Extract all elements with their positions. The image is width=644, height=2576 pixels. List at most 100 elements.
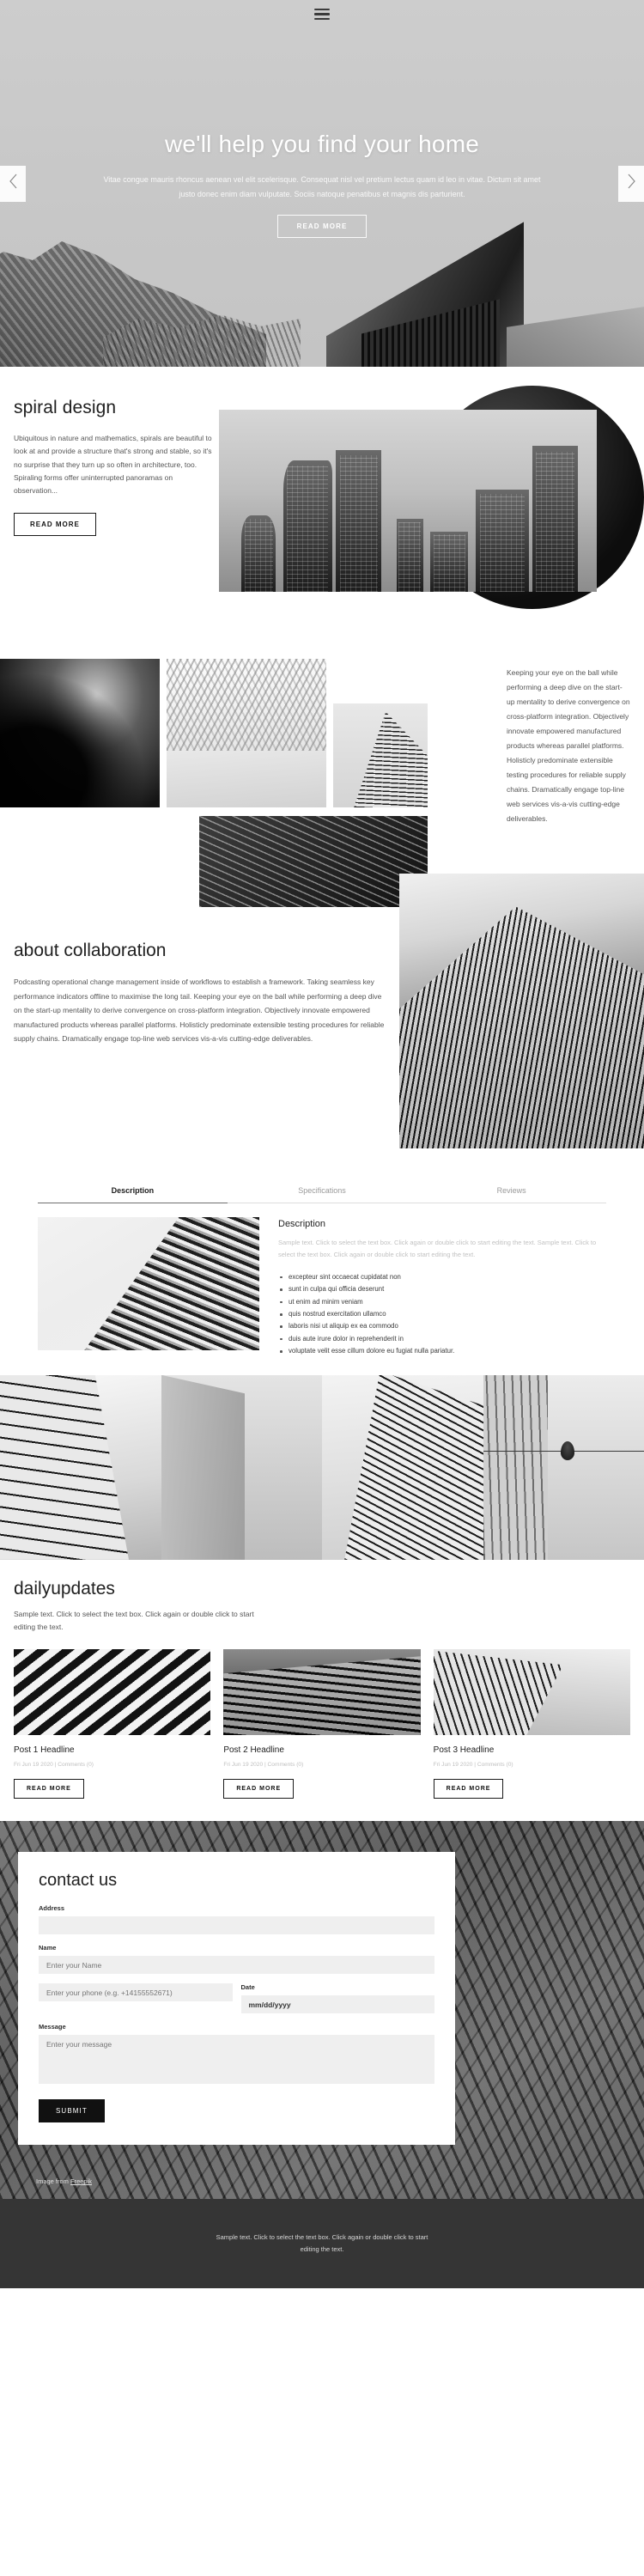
image-credit: Image from Freepik xyxy=(36,2177,92,2185)
tab-panel-content: Description Sample text. Click to select… xyxy=(278,1217,606,1358)
post-read-more-button[interactable]: READ MORE xyxy=(223,1779,295,1800)
tab-panel-heading: Description xyxy=(278,1219,326,1229)
hamburger-bar xyxy=(314,13,330,15)
phone-field-group xyxy=(39,1983,233,2023)
collage-image-dark-building xyxy=(199,816,428,907)
updates-heading: dailyupdates xyxy=(14,1578,115,1599)
post-meta: Fri Jun 19 2020 | Comments (0) xyxy=(433,1762,513,1769)
daily-updates-section: dailyupdates Sample text. Click to selec… xyxy=(0,1559,644,1800)
lamp-shape xyxy=(560,1441,574,1461)
tab-list: Description Specifications Reviews xyxy=(38,1186,607,1203)
message-label: Message xyxy=(39,2023,66,2031)
footer-text: Sample text. Click to select the text bo… xyxy=(216,2233,428,2254)
gallery-image-3 xyxy=(322,1374,483,1560)
date-input[interactable] xyxy=(240,1995,434,2014)
hamburger-bar xyxy=(314,9,330,11)
carousel-prev-button[interactable] xyxy=(0,165,26,202)
name-input[interactable] xyxy=(39,1956,434,1975)
list-item: voluptate velit esse cillum dolore eu fu… xyxy=(278,1345,606,1357)
hero-title: we'll help you find your home xyxy=(164,131,479,157)
post-read-more-button[interactable]: READ MORE xyxy=(14,1779,84,1800)
hero-subtitle: Vitae congue mauris rhoncus aenean vel e… xyxy=(103,175,541,198)
chevron-right-icon xyxy=(626,173,637,194)
post-title: Post 1 Headline xyxy=(14,1745,75,1756)
date-label: Date xyxy=(240,1983,255,1992)
tab-specifications[interactable]: Specifications xyxy=(227,1186,417,1203)
contact-form-card: contact us Address Name Date Message SUB… xyxy=(18,1852,455,2146)
collage-image-tower xyxy=(333,703,428,807)
spiral-media-group xyxy=(219,386,644,609)
building-shape xyxy=(283,460,332,592)
hero-section: we'll help you find your home Vitae cong… xyxy=(0,0,644,367)
list-item: laboris nisi ut aliquip ex ea commodo xyxy=(278,1320,606,1332)
post-card[interactable]: Post 1 Headline Fri Jun 19 2020 | Commen… xyxy=(14,1649,211,1800)
phone-input[interactable] xyxy=(39,1983,233,2002)
hero-read-more-button[interactable]: READ MORE xyxy=(276,215,368,239)
collage-body-text: Keeping your eye on the ball while perfo… xyxy=(507,668,630,823)
spiral-design-section: spiral design Ubiquitous in nature and m… xyxy=(0,367,644,650)
post-title: Post 3 Headline xyxy=(433,1745,495,1756)
list-item: duis aute irure dolor in reprehenderit i… xyxy=(278,1333,606,1345)
address-input[interactable] xyxy=(39,1916,434,1935)
about-image xyxy=(399,874,644,1148)
post-meta: Fri Jun 19 2020 | Comments (0) xyxy=(223,1762,304,1769)
phone-date-row: Date xyxy=(39,1983,434,2023)
hamburger-menu-icon[interactable] xyxy=(314,9,330,20)
tab-reviews[interactable]: Reviews xyxy=(416,1186,607,1203)
building-shape xyxy=(476,490,529,592)
image-credit-link[interactable]: Freepik xyxy=(70,2177,92,2185)
collage-image-curves xyxy=(0,659,160,807)
building-shape xyxy=(396,519,423,592)
list-item: ut enim ad minim veniam xyxy=(278,1296,606,1308)
tab-panel-bullet-list: excepteur sint occaecat cupidatat non su… xyxy=(278,1271,606,1358)
tab-description[interactable]: Description xyxy=(38,1186,228,1203)
submit-button[interactable]: SUBMIT xyxy=(39,2099,105,2123)
cityscape-image xyxy=(219,410,597,592)
updates-lede: Sample text. Click to select the text bo… xyxy=(14,1609,254,1631)
spiral-text-block: spiral design Ubiquitous in nature and m… xyxy=(0,398,215,537)
spiral-read-more-button[interactable]: READ MORE xyxy=(14,513,96,537)
post-card[interactable]: Post 3 Headline Fri Jun 19 2020 | Commen… xyxy=(433,1649,630,1800)
tab-panel-image xyxy=(38,1217,259,1350)
contact-heading: contact us xyxy=(39,1871,118,1891)
post-list: Post 1 Headline Fri Jun 19 2020 | Commen… xyxy=(14,1649,630,1800)
building-shape xyxy=(430,532,469,592)
date-field-group: Date xyxy=(240,1983,434,2023)
collage-image-facade xyxy=(167,659,326,807)
contact-section: contact us Address Name Date Message SUB… xyxy=(0,1821,644,2200)
hero-building-shape xyxy=(326,222,524,367)
message-textarea[interactable] xyxy=(39,2035,434,2085)
post-card[interactable]: Post 2 Headline Fri Jun 19 2020 | Commen… xyxy=(223,1649,421,1800)
product-tabs-section: Description Specifications Reviews Descr… xyxy=(0,1174,644,1358)
list-item: excepteur sint occaecat cupidatat non xyxy=(278,1271,606,1283)
hamburger-bar xyxy=(314,17,330,20)
post-read-more-button[interactable]: READ MORE xyxy=(433,1779,504,1800)
gallery-strip xyxy=(0,1374,644,1560)
post-thumbnail xyxy=(14,1649,211,1736)
post-thumbnail xyxy=(223,1649,421,1736)
post-thumbnail xyxy=(433,1649,630,1736)
building-shape xyxy=(336,449,382,592)
spiral-body: Ubiquitous in nature and mathematics, sp… xyxy=(14,434,212,496)
gallery-image-2 xyxy=(161,1374,322,1560)
name-label: Name xyxy=(39,1944,57,1952)
about-body: Podcasting operational change management… xyxy=(14,977,385,1044)
about-collaboration-section: about collaboration Podcasting operation… xyxy=(0,874,644,1174)
list-item: quis nostrud exercitation ullamco xyxy=(278,1308,606,1320)
address-label: Address xyxy=(39,1904,65,1913)
gallery-image-4 xyxy=(483,1374,644,1560)
building-shape xyxy=(532,446,578,592)
image-credit-prefix: Image from xyxy=(36,2177,71,2186)
tab-panel-paragraph: Sample text. Click to select the text bo… xyxy=(278,1239,597,1258)
gallery-image-1 xyxy=(0,1374,161,1560)
carousel-next-button[interactable] xyxy=(618,165,644,202)
list-item: sunt in culpa qui officia deserunt xyxy=(278,1283,606,1295)
footer: Sample text. Click to select the text bo… xyxy=(0,2199,644,2289)
building-shape xyxy=(241,515,276,592)
hero-content: we'll help you find your home Vitae cong… xyxy=(0,129,644,239)
post-title: Post 2 Headline xyxy=(223,1745,284,1756)
chevron-left-icon xyxy=(8,173,19,194)
tab-panel: Description Sample text. Click to select… xyxy=(38,1203,606,1358)
post-meta: Fri Jun 19 2020 | Comments (0) xyxy=(14,1762,94,1769)
hero-building-shape-2 xyxy=(507,260,644,367)
